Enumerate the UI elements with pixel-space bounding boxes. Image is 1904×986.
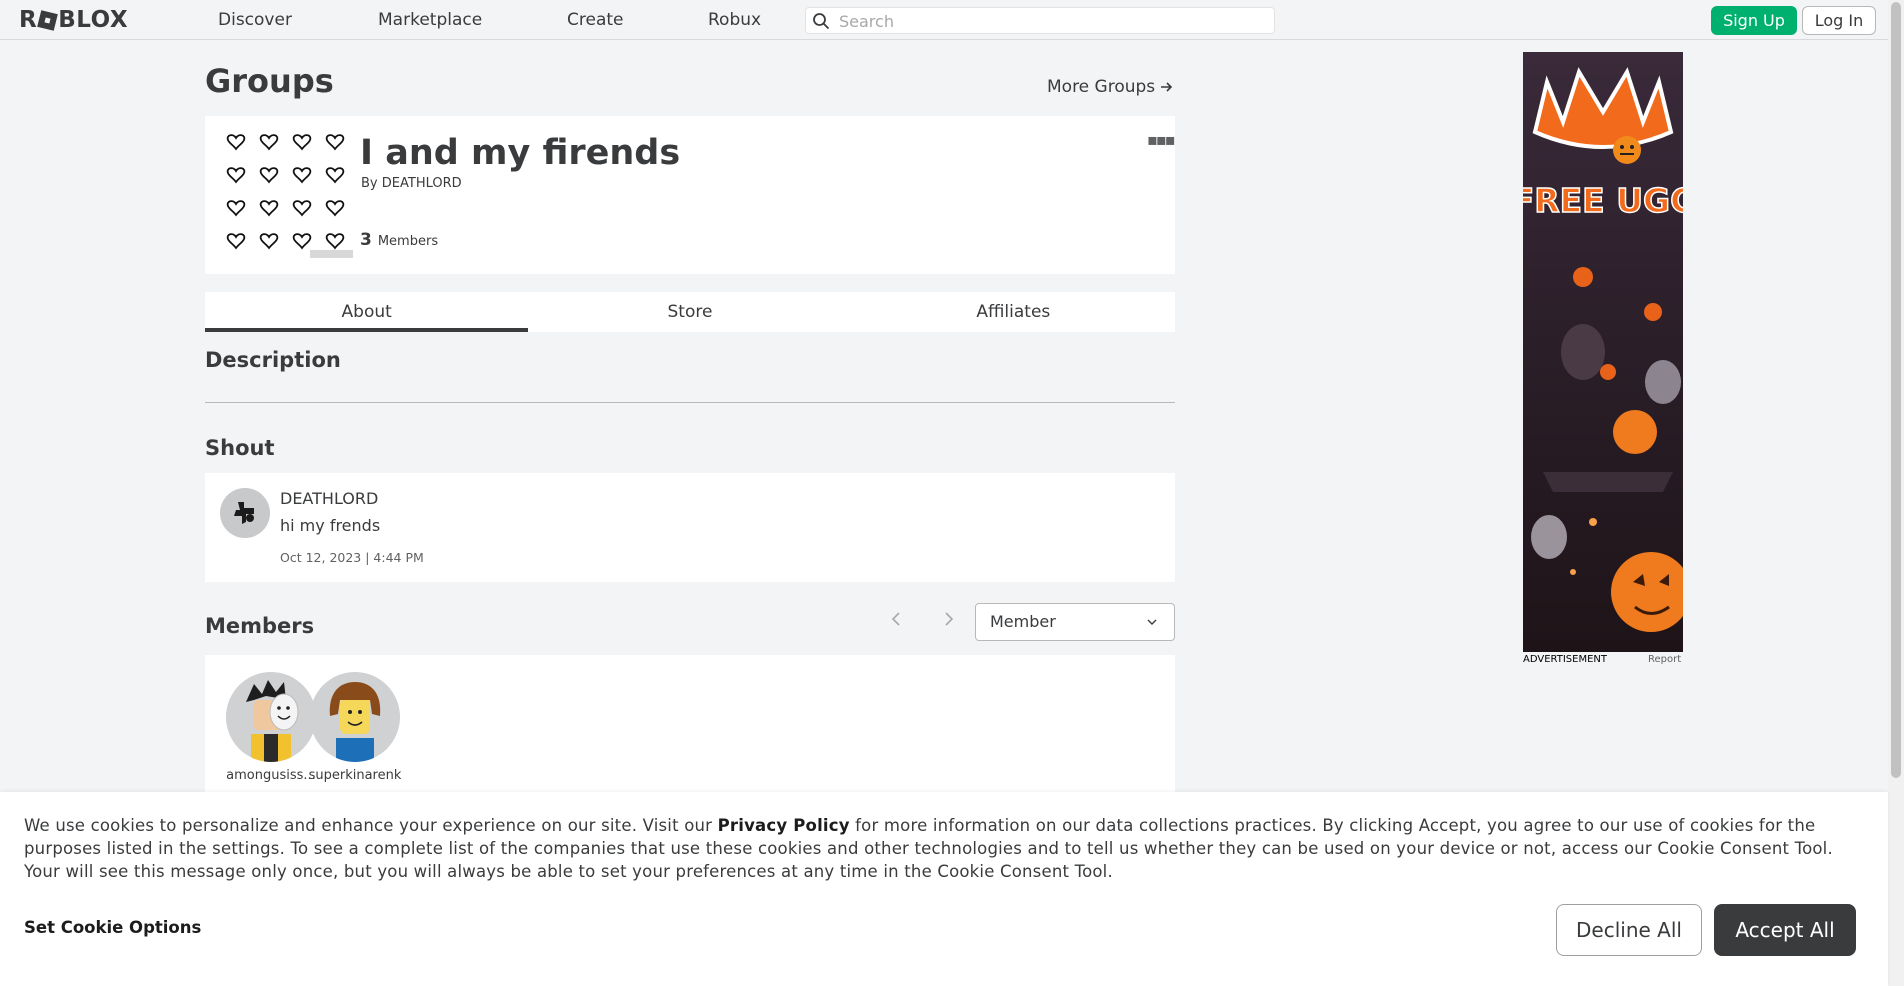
member-avatar[interactable]	[226, 672, 316, 762]
chevron-left-icon[interactable]	[890, 611, 902, 627]
description-heading: Description	[205, 348, 341, 372]
ad-report-link[interactable]: Report	[1648, 654, 1681, 665]
search-input[interactable]	[839, 10, 1259, 32]
advertisement-banner[interactable]: FREE UGC	[1523, 52, 1683, 652]
member-count-label: Members	[377, 234, 439, 249]
decline-all-button[interactable]: Decline All	[1556, 904, 1702, 956]
group-owner-line: By DEATHLORD	[361, 176, 462, 191]
tab-affiliates[interactable]: Affiliates	[852, 292, 1175, 332]
shout-timestamp: Oct 12, 2023 | 4:44 PM	[280, 550, 424, 565]
group-tabs: About Store Affiliates	[205, 292, 1175, 332]
chevron-right-icon[interactable]	[943, 611, 955, 627]
nav-create[interactable]: Create	[567, 10, 624, 30]
ad-headline: FREE UGC	[1523, 181, 1683, 220]
nav-discover[interactable]: Discover	[218, 10, 292, 30]
role-select-value: Member	[990, 612, 1056, 631]
member-role-select[interactable]: Member	[975, 603, 1175, 641]
more-groups-label: More Groups	[1047, 77, 1156, 97]
members-heading: Members	[205, 614, 315, 638]
member-avatar[interactable]	[310, 672, 400, 762]
shout-card: DEATHLORD hi my frends Oct 12, 2023 | 4:…	[205, 473, 1175, 582]
page-scrollbar[interactable]	[1888, 0, 1904, 986]
cookie-message: We use cookies to personalize and enhanc…	[24, 814, 1854, 883]
description-divider	[205, 402, 1175, 403]
sign-up-button[interactable]: Sign Up	[1711, 6, 1797, 35]
scrollbar-thumb[interactable]	[1891, 2, 1901, 778]
log-in-button[interactable]: Log In	[1802, 6, 1876, 35]
member-count-value: 3	[360, 230, 372, 250]
set-cookie-options-link[interactable]: Set Cookie Options	[24, 918, 201, 937]
members-list: amongusiss... superkinarenk	[205, 655, 1175, 795]
search-box	[805, 7, 1275, 34]
group-header-card: I and my firends By DEATHLORD 3 Members …	[205, 116, 1175, 274]
more-horizontal-icon[interactable]: ▪▪▪	[1147, 130, 1175, 149]
more-groups-link[interactable]: More Groups	[1047, 77, 1173, 97]
shout-avatar[interactable]	[220, 488, 270, 538]
member-name[interactable]: superkinarenk	[305, 768, 405, 783]
shout-heading: Shout	[205, 436, 275, 460]
page-title: Groups	[205, 62, 334, 100]
shout-username[interactable]: DEATHLORD	[280, 489, 378, 508]
tab-about[interactable]: About	[205, 292, 529, 332]
privacy-policy-link[interactable]: Privacy Policy	[718, 816, 850, 835]
roblox-logo[interactable]: R BLOX	[19, 7, 128, 33]
nav-marketplace[interactable]: Marketplace	[378, 10, 482, 30]
chevron-down-icon	[1147, 619, 1157, 625]
accept-all-button[interactable]: Accept All	[1714, 904, 1856, 956]
group-name: I and my firends	[360, 133, 681, 173]
cookie-text-before: We use cookies to personalize and enhanc…	[24, 816, 718, 835]
search-icon[interactable]	[812, 12, 830, 30]
member-item[interactable]: superkinarenk	[305, 672, 405, 783]
tab-store[interactable]: Store	[528, 292, 851, 332]
arrow-right-icon	[1161, 82, 1173, 92]
group-owner-link[interactable]: DEATHLORD	[382, 176, 462, 191]
group-emblem[interactable]	[220, 129, 353, 258]
advertisement-label: ADVERTISEMENT	[1523, 654, 1608, 665]
shout-message: hi my frends	[280, 516, 381, 535]
by-prefix: By	[361, 176, 378, 191]
top-navigation: R BLOX Discover Marketplace Create Robux …	[0, 0, 1888, 40]
nav-robux[interactable]: Robux	[708, 10, 761, 30]
group-member-count: 3 Members	[360, 230, 438, 250]
cookie-banner: We use cookies to personalize and enhanc…	[0, 792, 1888, 986]
